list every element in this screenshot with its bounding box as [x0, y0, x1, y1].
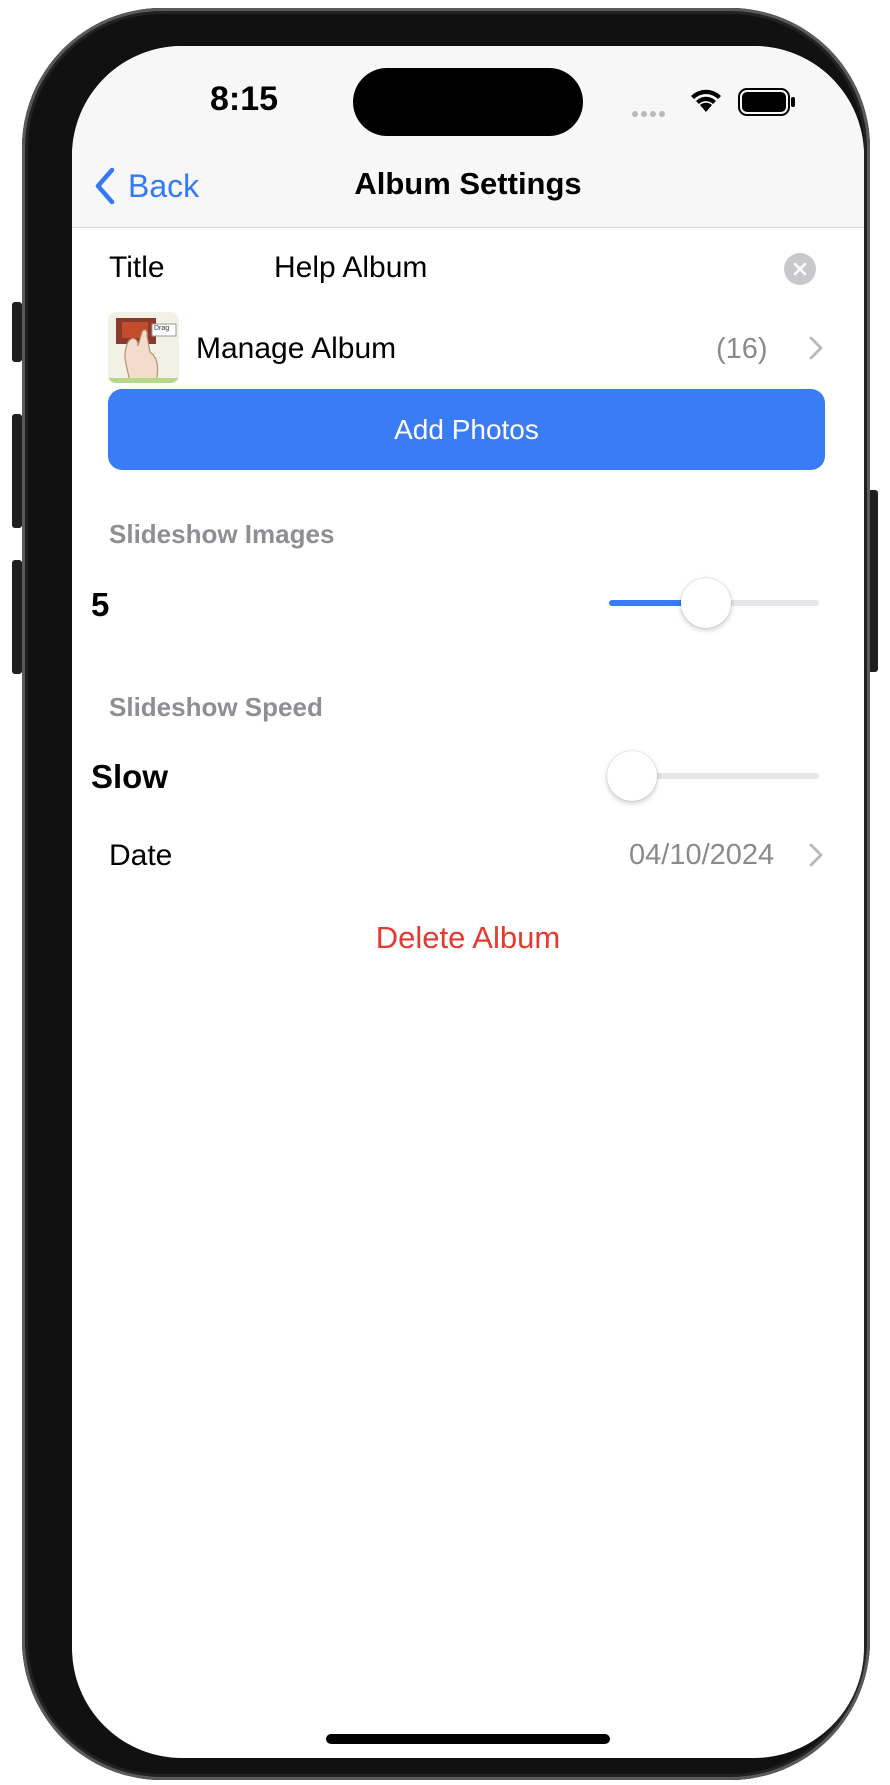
chevron-right-icon[interactable] [809, 336, 823, 360]
slideshow-images-header: Slideshow Images [109, 519, 335, 549]
home-indicator [326, 1734, 610, 1744]
battery-icon [738, 88, 795, 116]
back-label: Back [128, 167, 200, 204]
photo-count: (16) [716, 333, 768, 365]
album-thumbnail-image [108, 312, 179, 383]
clear-title-button[interactable] [784, 253, 816, 285]
volume-down-button [12, 560, 22, 674]
navigation-bar: 8:15 Back Album Settings [72, 46, 864, 228]
thumbnail-caption: Drag [154, 325, 170, 332]
slideshow-speed-slider[interactable] [607, 751, 819, 801]
back-button[interactable]: Back [94, 164, 199, 208]
chevron-right-icon[interactable] [809, 843, 823, 867]
title-label: Title [109, 251, 165, 284]
slideshow-speed-header: Slideshow Speed [109, 692, 323, 722]
date-value[interactable]: 04/10/2024 [629, 839, 774, 872]
add-photos-button[interactable]: Add Photos [108, 389, 825, 470]
album-thumbnail: Drag [108, 312, 179, 383]
page-title: Album Settings [354, 166, 582, 201]
delete-album-button[interactable]: Delete Album [72, 920, 864, 956]
slideshow-images-value: 5 [91, 586, 110, 623]
dynamic-island [353, 68, 583, 136]
status-time: 8:15 [209, 80, 279, 118]
wifi-icon [691, 89, 721, 112]
date-label: Date [109, 839, 173, 872]
slideshow-speed-value: Slow [91, 758, 169, 795]
volume-up-button [12, 414, 22, 528]
screen: 8:15 Back Album Settings Title Help Albu… [72, 46, 864, 1758]
close-icon [793, 262, 807, 276]
device-frame: 8:15 Back Album Settings Title Help Albu… [22, 8, 870, 1780]
manage-album-link[interactable]: Manage Album [196, 332, 396, 366]
slideshow-speed-slider-thumb[interactable] [607, 751, 657, 801]
slideshow-images-slider-thumb[interactable] [681, 578, 731, 628]
action-button [12, 302, 22, 362]
signal-dots-icon [632, 104, 676, 117]
title-input[interactable]: Help Album [274, 251, 427, 285]
chevron-left-icon [95, 167, 115, 205]
slideshow-images-slider[interactable] [609, 578, 819, 628]
